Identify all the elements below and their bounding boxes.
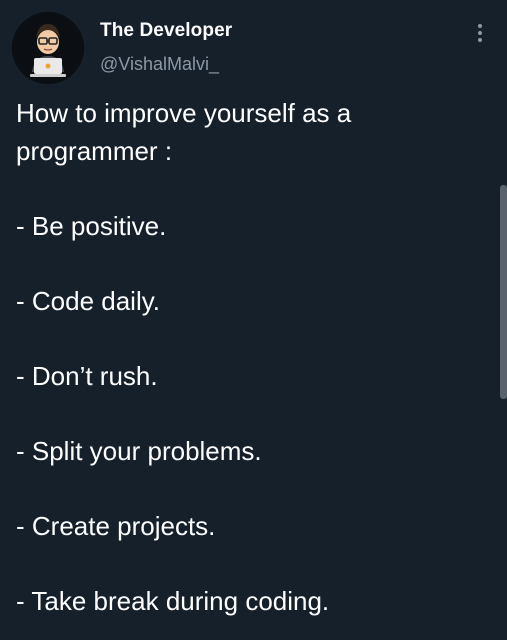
tip-item: - Take break during coding. [16, 586, 330, 616]
scrollbar-thumb[interactable] [500, 185, 507, 399]
tip-item: - Don’t rush. [16, 361, 158, 391]
developer-cartoon-icon [12, 12, 84, 84]
avatar[interactable] [12, 12, 84, 84]
tips-list: - Be positive. - Code daily. - Don’t rus… [16, 207, 486, 620]
tip-item: - Be positive. [16, 211, 167, 241]
more-options-button[interactable] [472, 22, 488, 44]
tip-item: - Code daily. [16, 286, 161, 316]
tip-item: - Split your problems. [16, 436, 262, 466]
tip-item: - Create projects. [16, 511, 216, 541]
author-handle[interactable]: @VishalMalvi_ [100, 54, 219, 75]
tweet-intro-text: How to improve yourself as a programmer … [16, 98, 352, 166]
author-display-name[interactable]: The Developer [100, 20, 232, 42]
more-vertical-icon [478, 24, 482, 42]
tweet-body: How to improve yourself as a programmer … [16, 94, 486, 620]
